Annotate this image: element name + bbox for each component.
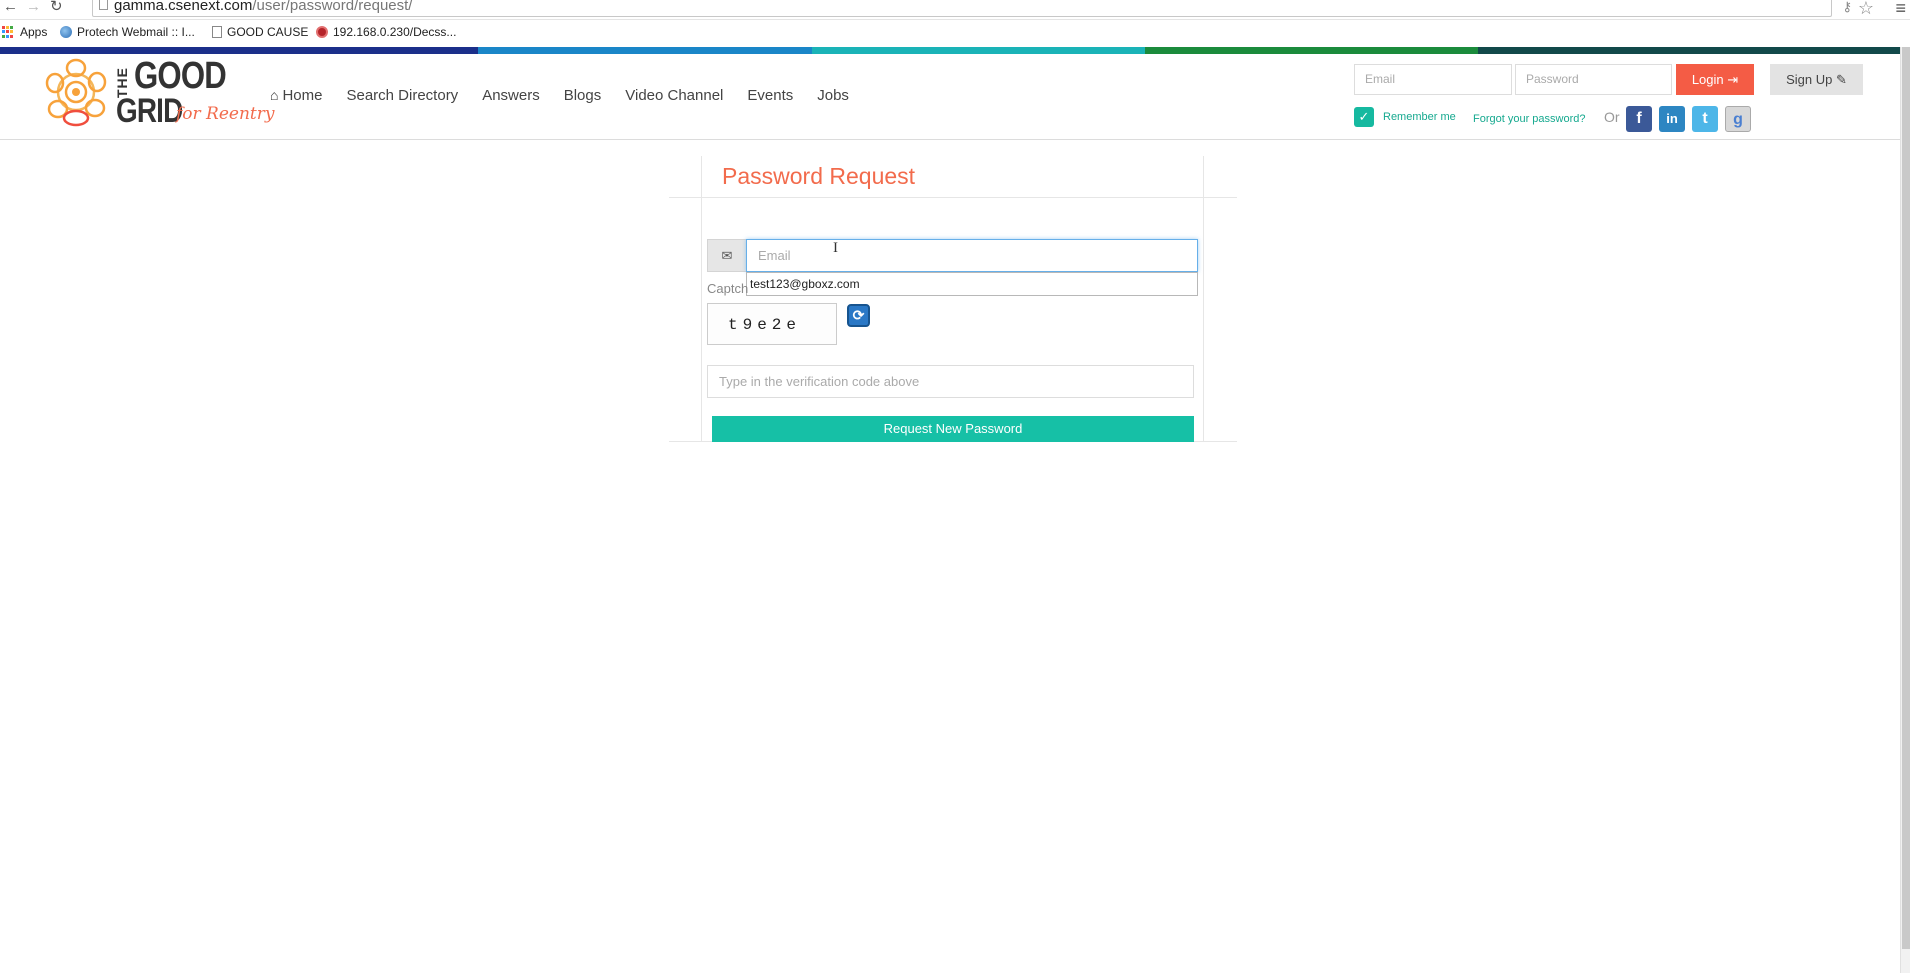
- nav-label: Home: [282, 87, 323, 104]
- header-password-input[interactable]: Password: [1515, 64, 1672, 95]
- logo-good: GOOD: [134, 55, 227, 97]
- bookmark-good-cause[interactable]: GOOD CAUSE: [212, 25, 308, 39]
- reload-icon[interactable]: ↻: [50, 0, 63, 14]
- sign-in-icon: ⇥: [1727, 72, 1739, 87]
- brand-color-stripe: [0, 47, 1900, 54]
- autocomplete-suggestion[interactable]: test123@gboxz.com: [746, 272, 1198, 296]
- bookmark-label: 192.168.0.230/Decss...: [333, 25, 457, 39]
- remember-me[interactable]: ✓ Remember me: [1354, 107, 1456, 127]
- signup-label: Sign Up: [1786, 72, 1833, 87]
- edit-icon: ✎: [1835, 72, 1847, 87]
- or-label: Or: [1604, 109, 1620, 125]
- site-logo[interactable]: THE GOOD GRID for Reentry: [42, 54, 275, 132]
- refresh-captcha-icon[interactable]: ⟳: [847, 304, 870, 327]
- bookmarks-bar: Apps Protech Webmail :: I... GOOD CAUSE …: [0, 21, 1910, 47]
- scrollbar-thumb[interactable]: [1902, 47, 1910, 949]
- nav-search-directory[interactable]: Search Directory: [346, 87, 458, 104]
- nav-video-channel[interactable]: Video Channel: [625, 87, 723, 104]
- signup-button[interactable]: Sign Up ✎: [1770, 64, 1863, 95]
- remember-label: Remember me: [1383, 111, 1456, 123]
- logo-tagline: for Reentry: [176, 104, 275, 124]
- bookmark-label: GOOD CAUSE: [227, 25, 309, 39]
- page-title: Password Request: [722, 163, 916, 189]
- browser-menu-icon[interactable]: ≡: [1895, 0, 1906, 19]
- nav-blogs[interactable]: Blogs: [564, 87, 602, 104]
- webmail-icon: [60, 26, 72, 38]
- browser-address-bar: ← → ↻ gamma.csenext.com/user/password/re…: [0, 0, 1910, 20]
- captcha-image: t9e2e: [707, 303, 837, 345]
- apps-grid-icon: [2, 25, 15, 39]
- envelope-icon: ✉: [707, 239, 747, 272]
- flower-logo-icon: [45, 58, 107, 127]
- page-icon: [99, 0, 108, 10]
- verification-code-field[interactable]: Type in the verification code above: [707, 365, 1194, 398]
- nav-events[interactable]: Events: [747, 87, 793, 104]
- nav-home[interactable]: ⌂ Home: [270, 87, 322, 104]
- captcha-label: Captch: [707, 281, 749, 296]
- forward-icon[interactable]: →: [26, 0, 41, 14]
- remember-checkbox[interactable]: ✓: [1354, 107, 1374, 127]
- site-header: THE GOOD GRID for Reentry ⌂ Home Search D…: [0, 54, 1900, 140]
- login-button[interactable]: Login ⇥: [1676, 64, 1754, 95]
- request-new-password-button[interactable]: Request New Password: [712, 416, 1194, 442]
- url-field[interactable]: gamma.csenext.com/user/password/request/: [92, 0, 1832, 17]
- main-navigation: ⌂ Home Search Directory Answers Blogs Vid…: [270, 87, 849, 104]
- nav-jobs[interactable]: Jobs: [817, 87, 849, 104]
- bookmark-label: Apps: [20, 25, 48, 39]
- facebook-icon[interactable]: f: [1626, 106, 1652, 132]
- bookmark-apps[interactable]: Apps: [2, 25, 47, 39]
- google-icon[interactable]: g: [1725, 106, 1751, 132]
- bookmark-label: Protech Webmail :: I...: [77, 25, 195, 39]
- email-field[interactable]: Email: [746, 239, 1198, 272]
- bookmark-local-site[interactable]: 192.168.0.230/Decss...: [316, 25, 456, 39]
- text-cursor-icon: I: [833, 240, 838, 256]
- site-icon: [316, 26, 328, 38]
- login-label: Login: [1691, 72, 1724, 87]
- forgot-password-link[interactable]: Forgot your password?: [1473, 113, 1586, 125]
- header-email-input[interactable]: Email: [1354, 64, 1512, 95]
- linkedin-icon[interactable]: in: [1659, 106, 1685, 132]
- home-icon: ⌂: [270, 87, 279, 103]
- url-path: /user/password/request/: [252, 0, 413, 14]
- bookmark-star-icon[interactable]: ☆: [1858, 0, 1874, 19]
- nav-answers[interactable]: Answers: [482, 87, 540, 104]
- page-icon: [212, 26, 222, 38]
- logo-grid: GRID: [116, 92, 183, 130]
- key-icon[interactable]: ⚷: [1842, 0, 1852, 15]
- url-host: gamma.csenext.com: [114, 0, 253, 14]
- page-scrollbar[interactable]: [1900, 47, 1910, 973]
- back-icon[interactable]: ←: [3, 0, 18, 14]
- bookmark-webmail[interactable]: Protech Webmail :: I...: [60, 25, 195, 39]
- twitter-icon[interactable]: t: [1692, 106, 1718, 132]
